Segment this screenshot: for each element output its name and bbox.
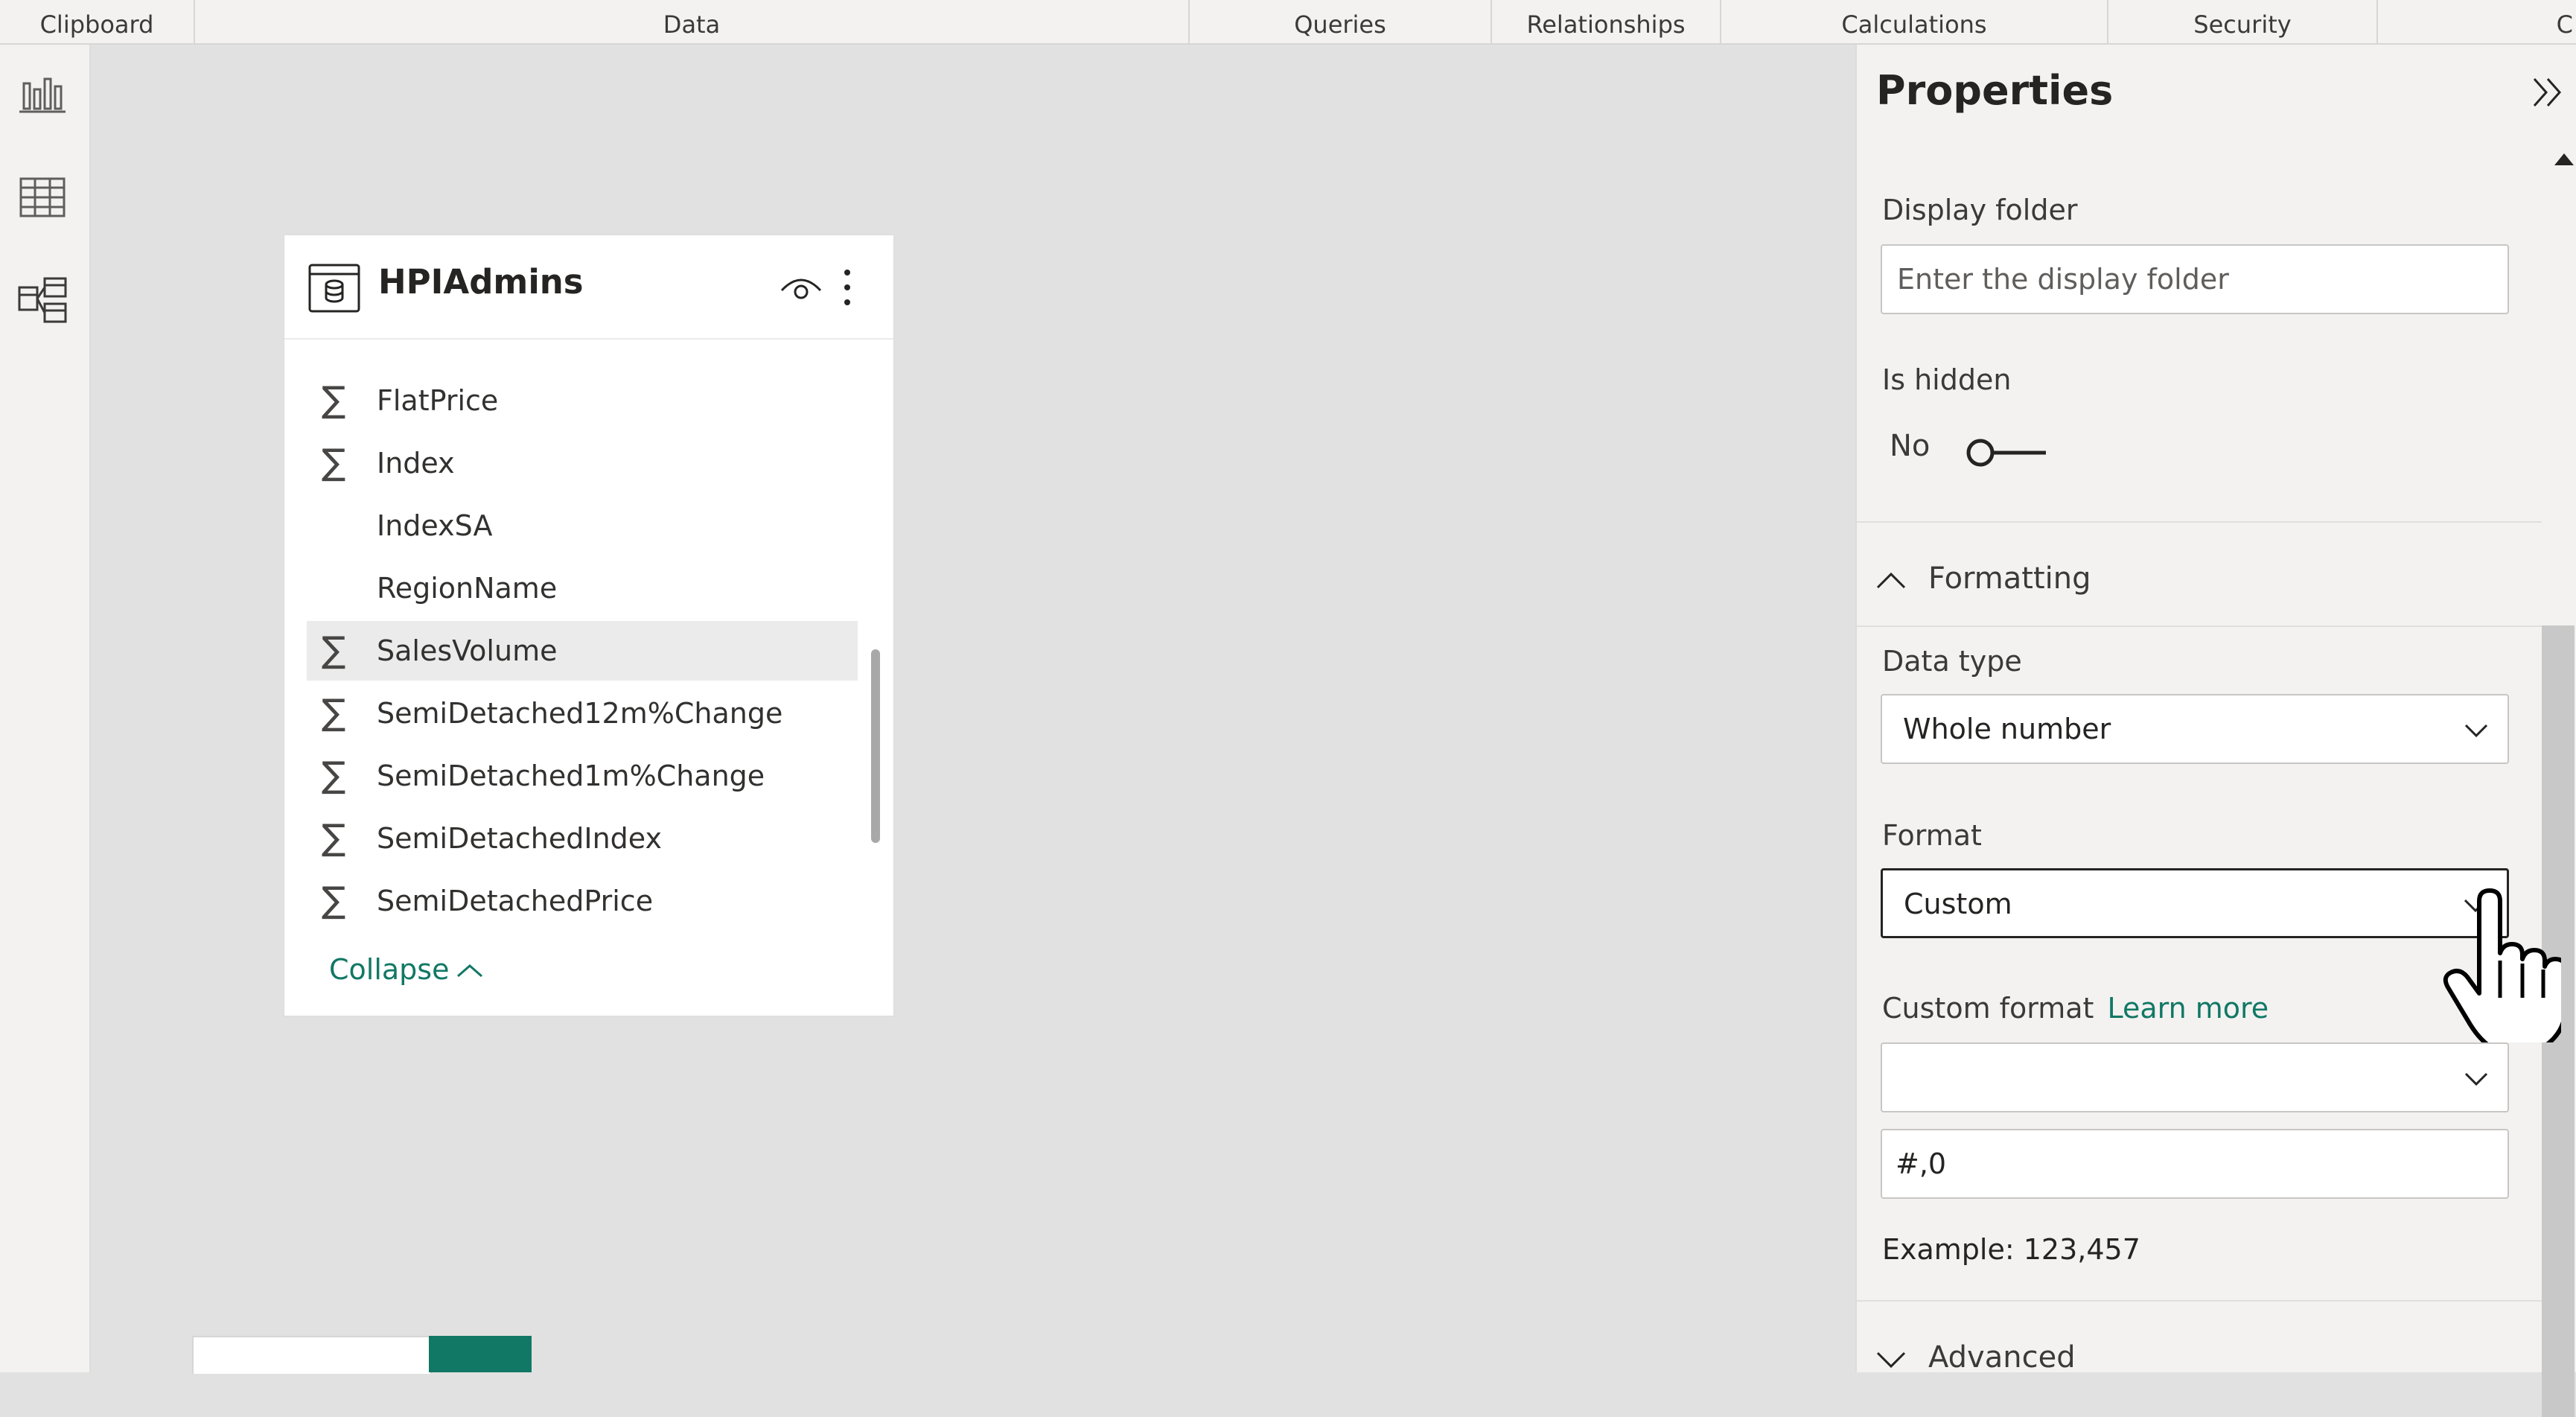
formatting-label: Formatting	[1928, 561, 2091, 596]
ribbon-group-clipboard: Clipboard	[0, 0, 195, 43]
ribbon-group-security: Security	[2108, 0, 2378, 43]
field-name: Index	[377, 447, 455, 480]
data-type-dropdown[interactable]: Whole number	[1881, 694, 2509, 764]
table-card-title: HPIAdmins	[378, 262, 584, 302]
custom-format-dropdown[interactable]	[1881, 1042, 2509, 1112]
advanced-section-header[interactable]: Advanced	[1875, 1340, 2076, 1375]
visibility-eye-icon[interactable]	[779, 271, 823, 304]
field-name: SemiDetached1m%Change	[377, 760, 765, 792]
table-card[interactable]: HPIAdmins ∑ FlatPrice ∑ Index IndexSA Re…	[284, 235, 893, 1016]
field-name: SemiDetached12m%Change	[377, 697, 783, 730]
section-divider	[1857, 625, 2542, 627]
ribbon-group-relationships: Relationships	[1492, 0, 1721, 43]
ribbon-group-queries: Queries	[1190, 0, 1492, 43]
collapse-label: Collapse	[329, 953, 450, 986]
page-tab[interactable]	[192, 1336, 432, 1374]
custom-format-label: Custom format	[1882, 992, 2094, 1025]
scroll-up-arrow-icon[interactable]	[2553, 150, 2575, 168]
field-name: SalesVolume	[377, 634, 558, 667]
ribbon-group-data: Data	[195, 0, 1190, 43]
table-card-header[interactable]: HPIAdmins	[284, 235, 893, 340]
chevron-down-icon	[1876, 1351, 1906, 1369]
add-page-button[interactable]	[429, 1336, 532, 1372]
sum-icon: ∑	[322, 879, 346, 921]
collapse-pane-icon[interactable]	[2527, 71, 2569, 113]
collapse-link[interactable]: Collapse	[329, 953, 485, 986]
data-type-value: Whole number	[1903, 713, 2111, 745]
more-options-icon[interactable]	[840, 265, 855, 310]
format-label: Format	[1882, 819, 1982, 852]
sum-icon: ∑	[322, 817, 346, 859]
table-view-icon[interactable]	[16, 171, 68, 223]
is-hidden-label: Is hidden	[1882, 363, 2012, 396]
field-name: SemiDetachedIndex	[377, 822, 662, 855]
model-view-icon[interactable]	[16, 274, 68, 326]
display-folder-input[interactable]: Enter the display folder	[1881, 244, 2509, 314]
field-name: FlatPrice	[377, 384, 499, 417]
sum-icon: ∑	[322, 379, 346, 421]
field-row-semidetached1m[interactable]: ∑ SemiDetached1m%Change	[307, 746, 858, 806]
field-row-semidetachedindex[interactable]: ∑ SemiDetachedIndex	[307, 809, 858, 868]
format-dropdown[interactable]: Custom	[1881, 868, 2509, 938]
chevron-down-icon	[2464, 724, 2488, 738]
chevron-up-icon	[1876, 572, 1906, 589]
ribbon-group-calculations: Calculations	[1721, 0, 2108, 43]
hand-cursor-icon	[2435, 886, 2568, 1054]
table-icon	[307, 261, 362, 316]
is-hidden-value: No	[1890, 429, 1931, 463]
report-view-icon[interactable]	[16, 67, 68, 119]
field-name: IndexSA	[377, 509, 493, 542]
chevron-up-icon	[455, 953, 485, 986]
section-divider	[1857, 521, 2542, 523]
section-divider	[1857, 1300, 2542, 1302]
custom-format-input[interactable]: #,0	[1881, 1129, 2509, 1199]
sum-icon: ∑	[322, 692, 346, 733]
view-rail	[0, 45, 91, 1372]
custom-format-label-row: Custom format Learn more	[1882, 992, 2269, 1025]
field-name: RegionName	[377, 572, 558, 605]
format-value: Custom	[1904, 888, 2012, 920]
ribbon-group-truncated: C	[2556, 10, 2573, 39]
properties-pane: Properties Display folder Enter the disp…	[1855, 45, 2576, 1417]
formatting-section-header[interactable]: Formatting	[1875, 561, 2091, 596]
chevron-down-icon	[2464, 1072, 2488, 1086]
field-row-flatprice[interactable]: ∑ FlatPrice	[307, 371, 858, 430]
field-name: SemiDetachedPrice	[377, 885, 654, 917]
field-row-semidetachedprice[interactable]: ∑ SemiDetachedPrice	[307, 871, 858, 931]
field-row-indexsa[interactable]: IndexSA	[307, 496, 858, 555]
field-row-index[interactable]: ∑ Index	[307, 433, 858, 493]
field-row-salesvolume[interactable]: ∑ SalesVolume	[307, 621, 858, 681]
properties-title: Properties	[1876, 67, 2114, 114]
sum-icon: ∑	[322, 629, 346, 671]
learn-more-link[interactable]: Learn more	[2107, 992, 2269, 1025]
ribbon-group-labels: Clipboard Data Queries Relationships Cal…	[0, 0, 2576, 45]
sum-icon: ∑	[322, 442, 346, 483]
is-hidden-toggle[interactable]	[1963, 430, 2052, 475]
display-folder-label: Display folder	[1882, 194, 2078, 226]
sum-icon: ∑	[322, 754, 346, 796]
field-row-semidetached12m[interactable]: ∑ SemiDetached12m%Change	[307, 684, 858, 743]
format-example-text: Example: 123,457	[1882, 1233, 2140, 1266]
table-card-scrollbar[interactable]	[871, 649, 880, 843]
data-type-label: Data type	[1882, 645, 2022, 678]
field-row-regionname[interactable]: RegionName	[307, 558, 858, 618]
advanced-label: Advanced	[1928, 1340, 2076, 1375]
